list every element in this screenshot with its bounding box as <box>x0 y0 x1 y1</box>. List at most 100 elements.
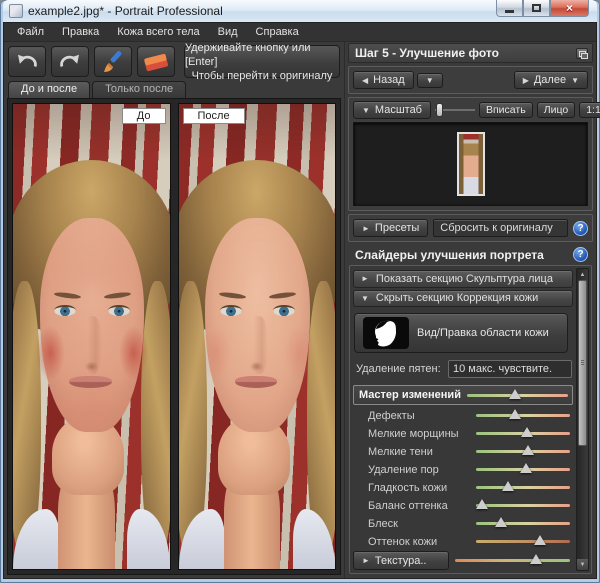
actual-size-button[interactable]: 1:1 <box>579 102 600 118</box>
title-bar[interactable]: example2.jpg* - Portrait Professional × <box>3 0 597 22</box>
photo-after[interactable]: После <box>178 103 337 570</box>
section-skin-correction[interactable]: ▼ Скрыть секцию Коррекция кожи <box>353 290 573 308</box>
zoom-slider-handle[interactable] <box>436 103 443 117</box>
slider-track[interactable] <box>476 522 570 525</box>
zoom-box: ▼ Масштаб Вписать Лицо 1:1 ▲ ▼ <box>348 97 593 211</box>
view-tabs: До и после Только после <box>4 81 344 98</box>
slider-track[interactable] <box>476 450 570 453</box>
texture-button[interactable]: ► Текстура.. <box>353 551 449 570</box>
sliders-scrollbar[interactable]: ▲ ▼ <box>576 268 589 571</box>
back-button[interactable]: ◀ Назад <box>353 71 414 89</box>
slider-track[interactable] <box>476 432 570 435</box>
slider-track[interactable] <box>476 540 570 543</box>
slider-track[interactable] <box>476 468 570 471</box>
triangle-right-icon: ► <box>361 274 369 283</box>
menu-bar: Файл Правка Кожа всего тела Вид Справка <box>4 23 596 42</box>
minimize-button[interactable] <box>496 0 523 17</box>
slider-row: Блеск <box>352 515 574 533</box>
navigator-preview[interactable] <box>353 122 588 206</box>
eye-left <box>54 305 76 316</box>
brush-button[interactable] <box>94 46 132 77</box>
hold-to-compare-button[interactable]: Удерживайте кнопку или [Enter] Чтобы пер… <box>184 45 340 78</box>
next-button[interactable]: ▶ Далее ▼ <box>514 71 588 89</box>
slider-handle[interactable] <box>502 481 514 491</box>
tab-after-only[interactable]: Только после <box>92 81 186 98</box>
caption-buttons: × <box>496 0 589 17</box>
sliders-panel: ► Показать секцию Скульптура лица ▼ Скры… <box>349 265 592 574</box>
step-header: Шаг 5 - Улучшение фото <box>348 43 593 63</box>
hold-button-line1: Удерживайте кнопку или [Enter] <box>185 41 339 69</box>
zoom-menu-button[interactable]: ▼ Масштаб <box>353 101 431 119</box>
detach-panel-icon[interactable] <box>576 48 588 59</box>
scroll-up-icon[interactable]: ▲ <box>577 269 588 280</box>
cheek-left <box>197 318 235 388</box>
spot-removal-label: Удаление пятен: <box>356 363 441 375</box>
left-column: Удерживайте кнопку или [Enter] Чтобы пер… <box>4 42 344 578</box>
slider-track[interactable] <box>467 394 568 397</box>
navigator-thumbnail[interactable] <box>457 132 485 196</box>
slider-row: Удаление пор <box>352 461 574 479</box>
triangle-right-icon: ► <box>362 556 370 565</box>
slider-handle[interactable] <box>520 463 532 473</box>
undo-button[interactable] <box>8 46 46 77</box>
sliders-header: Слайдеры улучшения портрета ? <box>348 242 593 265</box>
cheek-right <box>280 318 318 388</box>
texture-slider-handle[interactable] <box>530 554 542 564</box>
zoom-slider[interactable] <box>435 103 475 117</box>
maximize-button[interactable] <box>523 0 550 17</box>
slider-row: Оттенок кожи <box>352 533 574 551</box>
slider-label: Блеск <box>368 518 476 530</box>
slider-handle[interactable] <box>495 517 507 527</box>
slider-handle[interactable] <box>534 535 546 545</box>
presets-label: Пресеты <box>375 222 419 234</box>
triangle-right-icon: ► <box>362 224 370 233</box>
tab-before-after[interactable]: До и после <box>8 81 90 98</box>
menu-help[interactable]: Справка <box>247 24 308 40</box>
slider-handle[interactable] <box>509 409 521 419</box>
slider-handle[interactable] <box>476 499 488 509</box>
menu-view[interactable]: Вид <box>209 24 247 40</box>
next-arrow-icon: ▶ <box>523 76 529 85</box>
slider-row: Баланс оттенка <box>352 497 574 515</box>
slider-track[interactable] <box>455 559 570 562</box>
slider-row: Мелкие морщины <box>352 425 574 443</box>
photo-before[interactable]: До <box>12 103 171 570</box>
master-slider-handle[interactable] <box>509 389 521 399</box>
menu-file[interactable]: Файл <box>8 24 53 40</box>
spot-removal-row: Удаление пятен: 10 макс. чувствите. <box>352 358 574 384</box>
fit-button[interactable]: Вписать <box>479 102 533 118</box>
spot-removal-select[interactable]: 10 макс. чувствите. <box>448 360 572 378</box>
step-title: Шаг 5 - Улучшение фото <box>355 46 499 60</box>
eye-right <box>273 305 295 316</box>
sliders-title: Слайдеры улучшения портрета <box>355 248 544 262</box>
app-window: example2.jpg* - Portrait Professional × … <box>0 0 600 583</box>
view-edit-skin-button[interactable]: Вид/Правка области кожи <box>354 313 568 353</box>
slider-track[interactable] <box>476 504 570 507</box>
scroll-down-icon[interactable]: ▼ <box>577 559 588 570</box>
undo-icon <box>16 53 38 71</box>
redo-button[interactable] <box>51 46 89 77</box>
help-icon[interactable]: ? <box>573 221 588 236</box>
redo-icon <box>59 53 81 71</box>
section-skin-correction-label: Скрыть секцию Коррекция кожи <box>376 292 538 304</box>
menu-edit[interactable]: Правка <box>53 24 108 40</box>
reset-to-original-button[interactable]: Сбросить к оригиналу <box>433 219 568 237</box>
nose <box>80 316 102 374</box>
face-zoom-button[interactable]: Лицо <box>537 102 576 118</box>
scrollbar-thumb[interactable] <box>578 280 587 446</box>
menu-whole-body-skin[interactable]: Кожа всего тела <box>108 24 208 40</box>
slider-handle[interactable] <box>521 427 533 437</box>
chevron-down-icon: ▼ <box>571 76 579 85</box>
help-icon[interactable]: ? <box>573 247 588 262</box>
eraser-button[interactable] <box>137 46 175 77</box>
slider-track[interactable] <box>476 414 570 417</box>
close-button[interactable]: × <box>550 0 589 17</box>
slider-handle[interactable] <box>522 445 534 455</box>
presets-button[interactable]: ► Пресеты <box>353 219 428 237</box>
section-face-sculpt[interactable]: ► Показать секцию Скульптура лица <box>353 270 573 288</box>
slider-label: Баланс оттенка <box>368 500 476 512</box>
chevron-down-icon: ▼ <box>362 106 370 115</box>
slider-track[interactable] <box>476 486 570 489</box>
cheek-left <box>32 318 70 388</box>
back-dropdown-button[interactable]: ▼ <box>417 73 443 88</box>
